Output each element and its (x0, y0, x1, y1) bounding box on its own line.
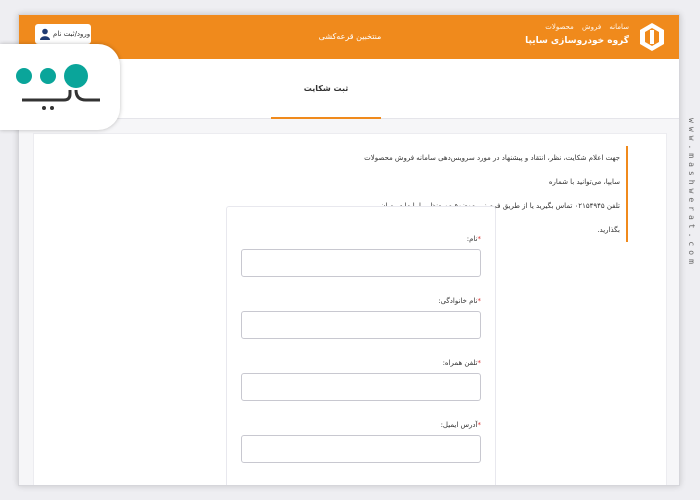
login-label: ورود/ثبت نام (53, 30, 91, 38)
tab-complaint[interactable]: ثبت شکایت (271, 59, 381, 119)
first-name-input[interactable] (241, 249, 481, 277)
mobile-label: *تلفن همراه: (442, 359, 482, 367)
email-label: *آدرس ایمیل: (440, 421, 482, 429)
required-mark: * (477, 421, 482, 429)
screenshot-frame: سامانه فروش محصولات گروه خودروسازی سایپا… (0, 0, 700, 500)
moshaverat-logo-icon (16, 64, 100, 110)
first-name-field: *نام: (241, 235, 481, 277)
required-mark: * (477, 297, 482, 305)
user-icon (40, 28, 50, 40)
required-mark: * (477, 359, 482, 367)
moshaverat-badge (0, 44, 120, 130)
required-mark: * (477, 235, 482, 243)
nav-link-samaneh[interactable]: سامانه (609, 23, 629, 31)
email-field: *آدرس ایمیل: (241, 421, 481, 463)
nav-link-forush[interactable]: فروش (582, 23, 601, 31)
nav-link-mahsulat[interactable]: محصولات (545, 23, 574, 31)
complaint-form: *نام: *نام خانوادگی: *تلفن همراه: *آدرس … (226, 206, 496, 485)
top-header: سامانه فروش محصولات گروه خودروسازی سایپا… (19, 15, 679, 59)
last-name-label: *نام خانوادگی: (438, 297, 482, 305)
last-name-field: *نام خانوادگی: (241, 297, 481, 339)
email-input[interactable] (241, 435, 481, 463)
brand-nav: سامانه فروش محصولات (525, 23, 629, 31)
mobile-input[interactable] (241, 373, 481, 401)
watermark-text: www.mashwerat.com (687, 118, 696, 268)
draw-winners-link[interactable]: منتخبین قرعه‌کشی (19, 32, 679, 41)
first-name-label: *نام: (466, 235, 482, 243)
intro-line-1: جهت اعلام شکایت، نظر، انتقاد و پیشنهاد د… (364, 154, 620, 186)
complaint-content: جهت اعلام شکایت، نظر، انتقاد و پیشنهاد د… (33, 133, 667, 485)
last-name-input[interactable] (241, 311, 481, 339)
mobile-field: *تلفن همراه: (241, 359, 481, 401)
login-register-button[interactable]: ورود/ثبت نام (35, 24, 91, 44)
